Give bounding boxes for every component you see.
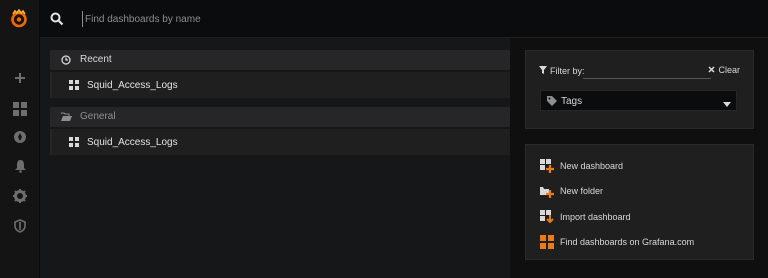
filter-panel: Filter by: Clear Tags: [525, 50, 754, 129]
section-title: Recent: [80, 54, 112, 65]
filter-label-text: Filter by:: [550, 66, 585, 76]
plus-icon[interactable]: [11, 69, 29, 87]
filter-icon: [539, 66, 547, 76]
gear-icon[interactable]: [11, 187, 29, 205]
tag-icon: [547, 96, 557, 106]
new-folder-icon: [540, 184, 554, 198]
tags-select[interactable]: Tags: [540, 90, 737, 111]
search-sidebar: Filter by: Clear Tags New dashboard New …: [510, 38, 768, 278]
compass-icon[interactable]: [11, 128, 29, 146]
dashboard-grid-icon: [69, 137, 79, 147]
search-input[interactable]: [82, 11, 682, 27]
filter-label: Filter by:: [539, 66, 585, 76]
action-label: Find dashboards on Grafana.com: [560, 237, 695, 247]
list-item[interactable]: Squid_Access_Logs: [50, 129, 538, 155]
action-label: New folder: [560, 186, 604, 196]
caret-down-icon: [723, 99, 731, 107]
actions-panel: New dashboard New folder Import dashboar…: [525, 144, 754, 260]
new-dashboard-icon: [540, 159, 554, 173]
grid-icon[interactable]: [11, 100, 29, 118]
section-header-general[interactable]: General: [50, 107, 540, 127]
clear-filter-button[interactable]: Clear: [708, 65, 740, 75]
close-icon: [708, 65, 716, 75]
clock-icon: [61, 55, 71, 65]
action-label: New dashboard: [560, 161, 624, 171]
dashboard-grid-icon: [69, 80, 79, 90]
clear-label: Clear: [718, 65, 740, 75]
list-item[interactable]: Squid_Access_Logs: [50, 72, 538, 98]
new-dashboard-link[interactable]: New dashboard: [540, 158, 623, 174]
tags-label: Tags: [561, 96, 583, 107]
dashboard-title: Squid_Access_Logs: [87, 137, 178, 148]
bell-icon[interactable]: [11, 157, 29, 175]
new-folder-link[interactable]: New folder: [540, 183, 603, 199]
section-header-recent[interactable]: Recent: [50, 50, 540, 70]
filter-underline: [583, 78, 711, 79]
folder-open-icon: [60, 112, 72, 122]
import-dashboard-link[interactable]: Import dashboard: [540, 209, 631, 225]
shield-icon[interactable]: [11, 217, 29, 235]
side-menu: [0, 0, 40, 278]
search-icon: [50, 12, 64, 26]
section-title: General: [80, 111, 116, 122]
action-label: Import dashboard: [560, 212, 631, 222]
grafana-com-icon: [540, 235, 554, 249]
import-dashboard-icon: [540, 210, 554, 224]
search-results: Recent Squid_Access_Logs General Squid_A…: [40, 38, 540, 278]
search-bar: [40, 0, 768, 38]
grafana-com-link[interactable]: Find dashboards on Grafana.com: [540, 234, 694, 250]
dashboard-title: Squid_Access_Logs: [87, 80, 178, 91]
grafana-logo-icon[interactable]: [9, 8, 29, 29]
